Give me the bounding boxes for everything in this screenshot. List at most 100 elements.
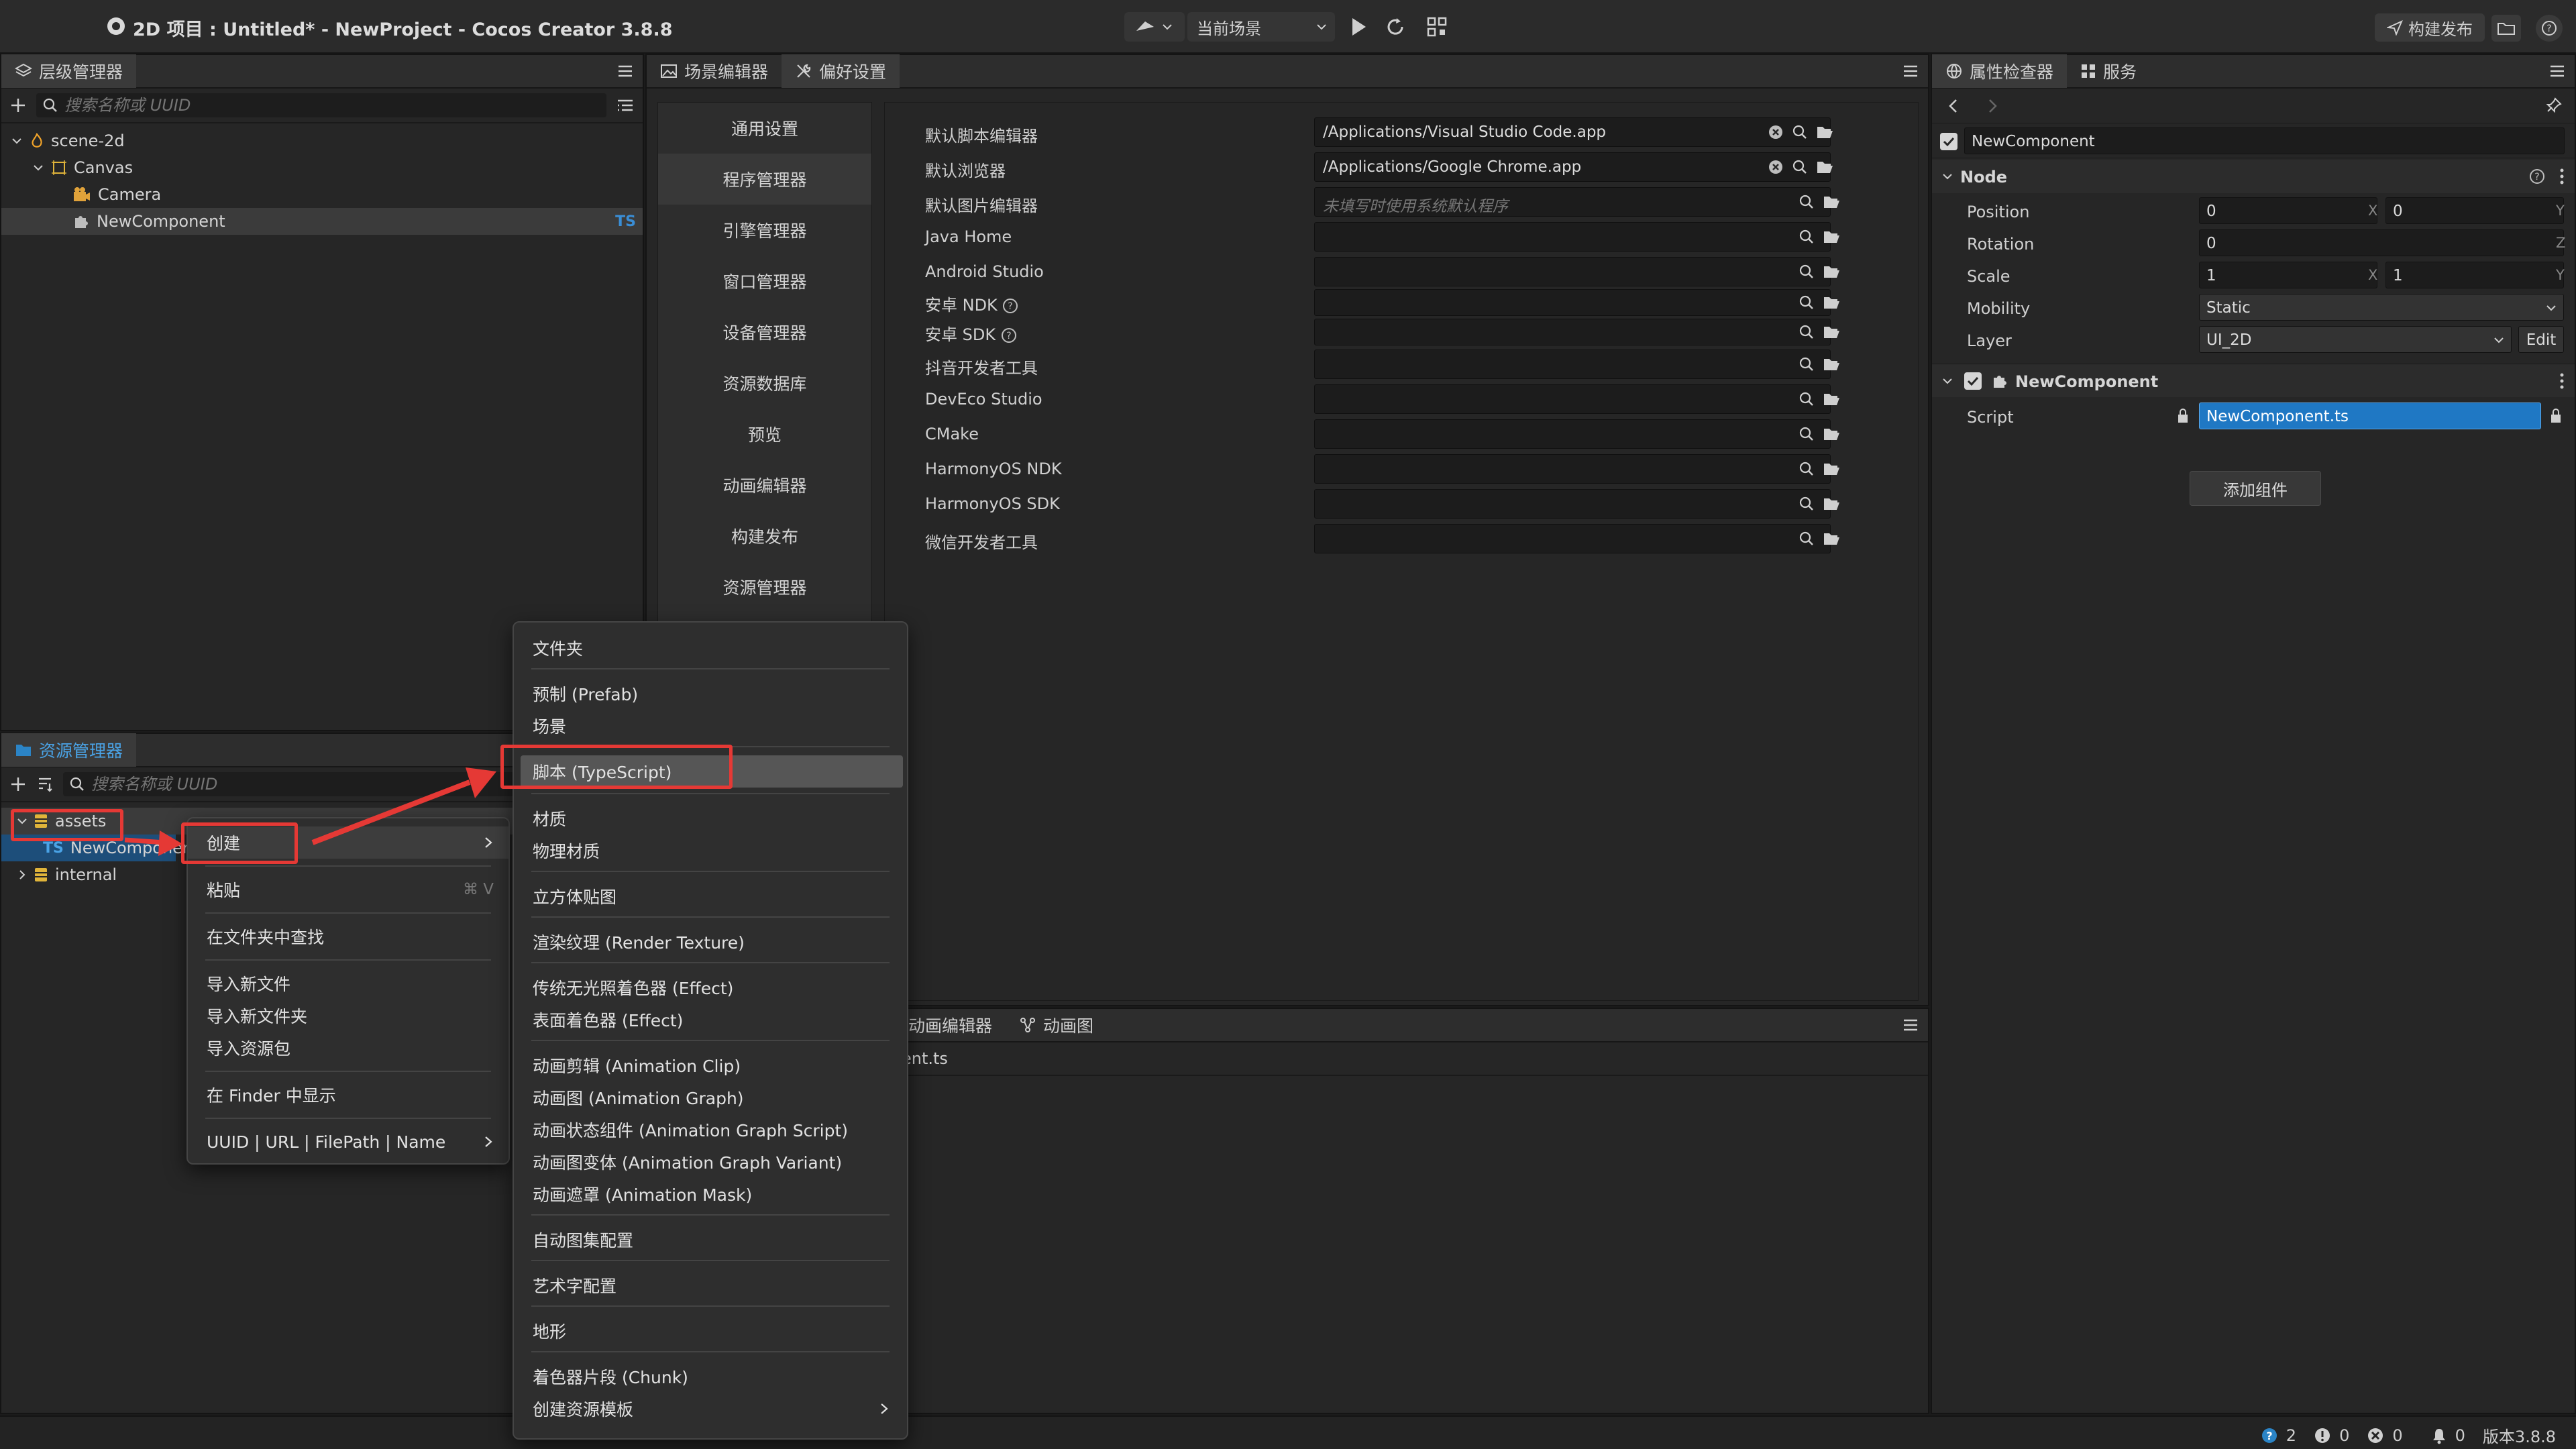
folder-open-icon[interactable] [1816,160,1833,174]
build-publish-button[interactable]: 构建发布 [2375,13,2485,42]
rotation-z-input[interactable]: 0 [2199,229,2564,256]
menu-item-import-file[interactable]: 导入新文件 [188,967,508,1000]
tab-services[interactable]: 服务 [2067,54,2150,88]
folder-open-icon[interactable] [1823,264,1840,279]
pref-nav-device-manager[interactable]: 设备管理器 [658,307,871,358]
menu-item-paste[interactable]: 粘贴 ⌘ V [188,873,508,906]
position-y-input[interactable]: 0 [2385,197,2564,224]
folder-open-icon[interactable] [1823,357,1840,372]
pref-nav-animation-editor[interactable]: 动画编辑器 [658,460,871,511]
panel-menu-icon[interactable] [1901,1016,1920,1034]
help-circle-icon[interactable]: ? [1002,298,1018,314]
android-ndk-field[interactable] [1314,289,1831,316]
tab-inspector[interactable]: 属性检查器 [1932,54,2068,88]
submenu-item-auto-atlas[interactable]: 自动图集配置 [514,1224,907,1256]
position-x-input[interactable]: 0 [2199,197,2377,224]
info-icon[interactable]: ? [2261,1427,2278,1444]
back-arrow-icon[interactable] [1947,98,1960,114]
refresh-icon[interactable] [1385,16,1406,38]
submenu-item-scene[interactable]: 场景 [514,710,907,742]
submenu-item-label-atlas[interactable]: 艺术字配置 [514,1269,907,1301]
script-editor-field[interactable]: /Applications/Visual Studio Code.app [1314,117,1831,147]
more-vertical-icon[interactable] [2559,372,2565,390]
node-name-input[interactable]: NewComponent [1964,127,2565,154]
folder-open-icon[interactable] [1823,427,1840,441]
image-editor-field[interactable]: 未填写时使用系统默认程序 [1314,187,1831,217]
node-active-checkbox[interactable] [1940,133,1957,150]
panel-menu-icon[interactable] [616,62,635,80]
tree-node-canvas[interactable]: Canvas [1,154,643,181]
layer-edit-button[interactable]: Edit [2518,326,2564,353]
java-home-field[interactable] [1314,222,1831,252]
submenu-item-asset-template[interactable]: 创建资源模板 [514,1393,907,1425]
wechat-tool-field[interactable] [1314,524,1831,553]
chevron-down-icon[interactable] [32,162,44,174]
android-sdk-field[interactable] [1314,319,1831,345]
pref-nav-asset-db[interactable]: 资源数据库 [658,358,871,409]
hierarchy-search-field[interactable] [36,93,606,117]
pref-nav-general[interactable]: 通用设置 [658,103,871,154]
clear-icon[interactable] [1768,124,1784,140]
cmake-field[interactable] [1314,419,1831,449]
submenu-item-animation-graph-script[interactable]: 动画状态组件 (Animation Graph Script) [514,1114,907,1146]
menu-item-find-in-folder[interactable]: 在文件夹中查找 [188,920,508,953]
submenu-item-prefab[interactable]: 预制 (Prefab) [514,678,907,710]
deveco-field[interactable] [1314,384,1831,414]
menu-item-copy-identifiers[interactable]: UUID | URL | FilePath | Name [188,1126,508,1158]
pref-nav-build[interactable]: 构建发布 [658,511,871,561]
panel-menu-icon[interactable] [2548,62,2567,80]
search-icon[interactable] [1792,124,1808,140]
forward-arrow-icon[interactable] [1986,98,1999,114]
tree-node-newcomponent[interactable]: NewComponent TS [1,208,643,235]
submenu-item-animation-graph-variant[interactable]: 动画图变体 (Animation Graph Variant) [514,1146,907,1178]
panel-menu-icon[interactable] [1901,62,1920,80]
search-icon[interactable] [1799,264,1815,280]
submenu-item-animation-graph[interactable]: 动画图 (Animation Graph) [514,1081,907,1114]
script-asset-field[interactable]: NewComponent.ts [2199,402,2541,429]
component-enabled-checkbox[interactable] [1964,372,1982,390]
folder-open-icon[interactable] [1823,531,1840,546]
menu-item-import-package[interactable]: 导入资源包 [188,1032,508,1064]
pref-nav-window-manager[interactable]: 窗口管理器 [658,256,871,307]
bell-icon[interactable] [2431,1427,2447,1444]
scale-y-input[interactable]: 1 [2385,262,2564,288]
harmony-sdk-field[interactable] [1314,489,1831,519]
pin-icon[interactable] [2545,97,2563,114]
submenu-item-terrain[interactable]: 地形 [514,1315,907,1347]
tab-scene-editor[interactable]: 场景编辑器 [647,54,782,88]
error-icon[interactable] [2367,1427,2384,1444]
pref-nav-preview[interactable]: 预览 [658,409,871,460]
search-icon[interactable] [1799,324,1815,340]
warning-icon[interactable] [2314,1427,2331,1444]
qrcode-icon[interactable] [1426,16,1448,38]
folder-open-icon[interactable] [1823,462,1840,476]
folder-open-icon[interactable] [1823,496,1840,511]
submenu-item-animation-clip[interactable]: 动画剪辑 (Animation Clip) [514,1049,907,1081]
more-vertical-icon[interactable] [2559,168,2565,185]
search-icon[interactable] [1799,426,1815,442]
search-icon[interactable] [1799,461,1815,477]
node-section-header[interactable]: Node ? [1932,160,2575,193]
pref-nav-engine-manager[interactable]: 引擎管理器 [658,205,871,256]
search-icon[interactable] [1792,159,1808,175]
help-circle-icon[interactable]: ? [1001,327,1017,343]
menu-item-reveal-in-finder[interactable]: 在 Finder 中显示 [188,1079,508,1111]
harmony-ndk-field[interactable] [1314,454,1831,484]
tab-animation-editor[interactable]: 动画编辑器 [895,1008,1006,1042]
play-icon[interactable] [1350,16,1368,38]
scene-selector[interactable]: 当前场景 [1187,12,1335,42]
tree-node-camera[interactable]: Camera [1,181,643,208]
tree-node-scene[interactable]: scene-2d [1,127,643,154]
submenu-item-animation-mask[interactable]: 动画遮罩 (Animation Mask) [514,1178,907,1210]
folder-open-icon[interactable] [1823,195,1840,209]
submenu-item-folder[interactable]: 文件夹 [514,632,907,664]
submenu-item-cubemap[interactable]: 立方体贴图 [514,880,907,912]
search-icon[interactable] [1799,229,1815,245]
search-icon[interactable] [1799,356,1815,372]
layer-select[interactable]: UI_2D [2199,326,2512,353]
chevron-down-icon[interactable] [1941,375,1953,387]
tab-preferences[interactable]: 偏好设置 [782,54,900,88]
submenu-item-material[interactable]: 材质 [514,802,907,835]
help-icon[interactable]: ? [2536,15,2563,42]
search-icon[interactable] [1799,391,1815,407]
